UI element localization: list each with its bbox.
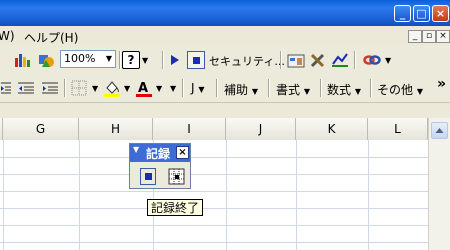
doc-close-button[interactable]: ×	[436, 30, 450, 43]
column-header-l[interactable]: L	[368, 118, 428, 140]
chart-wizard-icon[interactable]	[12, 51, 32, 69]
tools-icon[interactable]	[308, 51, 328, 69]
standard-toolbar: 100% ▼ ? ▼ セキュリティ... ▼	[0, 46, 450, 75]
toolbar-options-icon[interactable]: ▼	[133, 145, 139, 154]
chevron-down-icon[interactable]: ▼	[385, 56, 391, 65]
toolbar-separator	[64, 79, 66, 97]
other-menu-button[interactable]: その他 ▼	[377, 81, 423, 98]
toolbar-options-icon[interactable]: ▼	[170, 84, 176, 93]
run-macro-icon[interactable]	[169, 52, 181, 68]
toolbar-separator	[280, 51, 282, 69]
svg-text:A: A	[138, 81, 148, 96]
control-toolbox-icon[interactable]	[286, 51, 306, 69]
chevron-up-icon	[435, 128, 444, 133]
toolbar-separator	[370, 79, 372, 97]
stop-recording-toolbar[interactable]: ▼ 記録 ×	[129, 143, 191, 189]
menu-bar: W) ヘルプ(H) _ ▫ ×	[0, 26, 450, 47]
drawing-icon[interactable]	[36, 51, 56, 69]
column-header-g[interactable]: G	[3, 118, 79, 140]
formula-menu-button[interactable]: 数式 ▼	[327, 81, 361, 98]
tooltip: 記録終了	[147, 199, 204, 216]
chevron-down-icon[interactable]: ▼	[103, 51, 115, 67]
menu-help[interactable]: ヘルプ(H)	[24, 29, 78, 46]
formula-menu-label: 数式	[327, 83, 352, 97]
toolbar-separator	[320, 79, 322, 97]
gridline	[0, 174, 428, 175]
zoom-value: 100%	[64, 52, 96, 65]
stop-recording-toolbar-title-bar[interactable]: ▼ 記録 ×	[130, 144, 190, 162]
window-maximize-button[interactable]: □	[413, 5, 430, 22]
window-close-button[interactable]: ×	[432, 5, 449, 22]
stop-recording-icon[interactable]	[187, 51, 205, 69]
j-menu-label: J	[191, 81, 195, 95]
design-mode-icon[interactable]	[330, 51, 350, 69]
worksheet-grid[interactable]	[0, 140, 428, 250]
hyperlink-icon[interactable]	[362, 51, 382, 69]
help-button[interactable]: ?	[122, 51, 140, 69]
toolbar-separator	[216, 79, 218, 97]
relative-reference-button[interactable]	[168, 168, 185, 185]
gridline	[0, 208, 428, 209]
toolbar-separator	[268, 79, 270, 97]
window-minimize-button[interactable]: _	[394, 5, 411, 22]
scroll-up-button[interactable]	[431, 122, 448, 139]
column-header-i[interactable]: I	[153, 118, 226, 140]
indent-icon[interactable]	[40, 79, 60, 97]
column-header-row: G H I J K L	[0, 118, 428, 141]
menu-window[interactable]: W)	[0, 29, 15, 43]
column-header-h[interactable]: H	[79, 118, 153, 140]
formatting-toolbar: ▼ ▼ A ▼ ▼ J ▼ 補助 ▼ 書式 ▼ 数式 ▼ その他 ▼ »	[0, 74, 450, 103]
format-menu-label: 書式	[276, 83, 301, 97]
chevron-down-icon[interactable]: ▼	[156, 84, 162, 93]
assist-menu-button[interactable]: 補助 ▼	[224, 81, 258, 98]
column-header-k[interactable]: K	[296, 118, 368, 140]
toolbar-separator	[119, 51, 121, 69]
column-header-j[interactable]: J	[226, 118, 296, 140]
decrease-indent-icon[interactable]	[0, 79, 12, 97]
zoom-select[interactable]: 100% ▼	[60, 50, 116, 68]
toolbar-separator	[182, 79, 184, 97]
gridline	[0, 191, 428, 192]
j-menu-button[interactable]: J ▼	[191, 81, 205, 95]
font-color-icon[interactable]: A	[134, 78, 154, 98]
chevron-down-icon[interactable]: ▼	[92, 84, 98, 93]
toolbar-overflow-icon[interactable]: »	[437, 76, 446, 92]
chevron-down-icon[interactable]: ▼	[124, 84, 130, 93]
doc-minimize-button[interactable]: _	[408, 30, 422, 43]
gridline	[0, 242, 428, 243]
relative-reference-icon	[168, 168, 185, 185]
vertical-scrollbar[interactable]	[428, 118, 450, 250]
gridline	[0, 225, 428, 226]
format-menu-button[interactable]: 書式 ▼	[276, 81, 310, 98]
stop-recording-toolbar-title: 記録	[146, 147, 171, 161]
other-menu-label: その他	[377, 83, 414, 97]
borders-icon[interactable]	[70, 79, 88, 97]
security-button[interactable]: セキュリティ...	[209, 53, 285, 69]
assist-menu-label: 補助	[224, 83, 249, 97]
gridline	[0, 157, 428, 158]
stop-recording-button[interactable]	[140, 168, 156, 185]
help-icon: ?	[127, 53, 135, 67]
toolbar-separator	[354, 51, 356, 69]
fill-color-icon[interactable]	[102, 78, 122, 98]
close-icon[interactable]: ×	[176, 146, 189, 159]
stop-icon	[144, 173, 152, 180]
doc-restore-button[interactable]: ▫	[422, 30, 436, 43]
window-title-bar: _ □ ×	[0, 0, 450, 26]
increase-indent-icon[interactable]	[16, 79, 36, 97]
help-dropdown-icon[interactable]: ▼	[142, 56, 148, 65]
toolbar-separator	[162, 51, 164, 69]
